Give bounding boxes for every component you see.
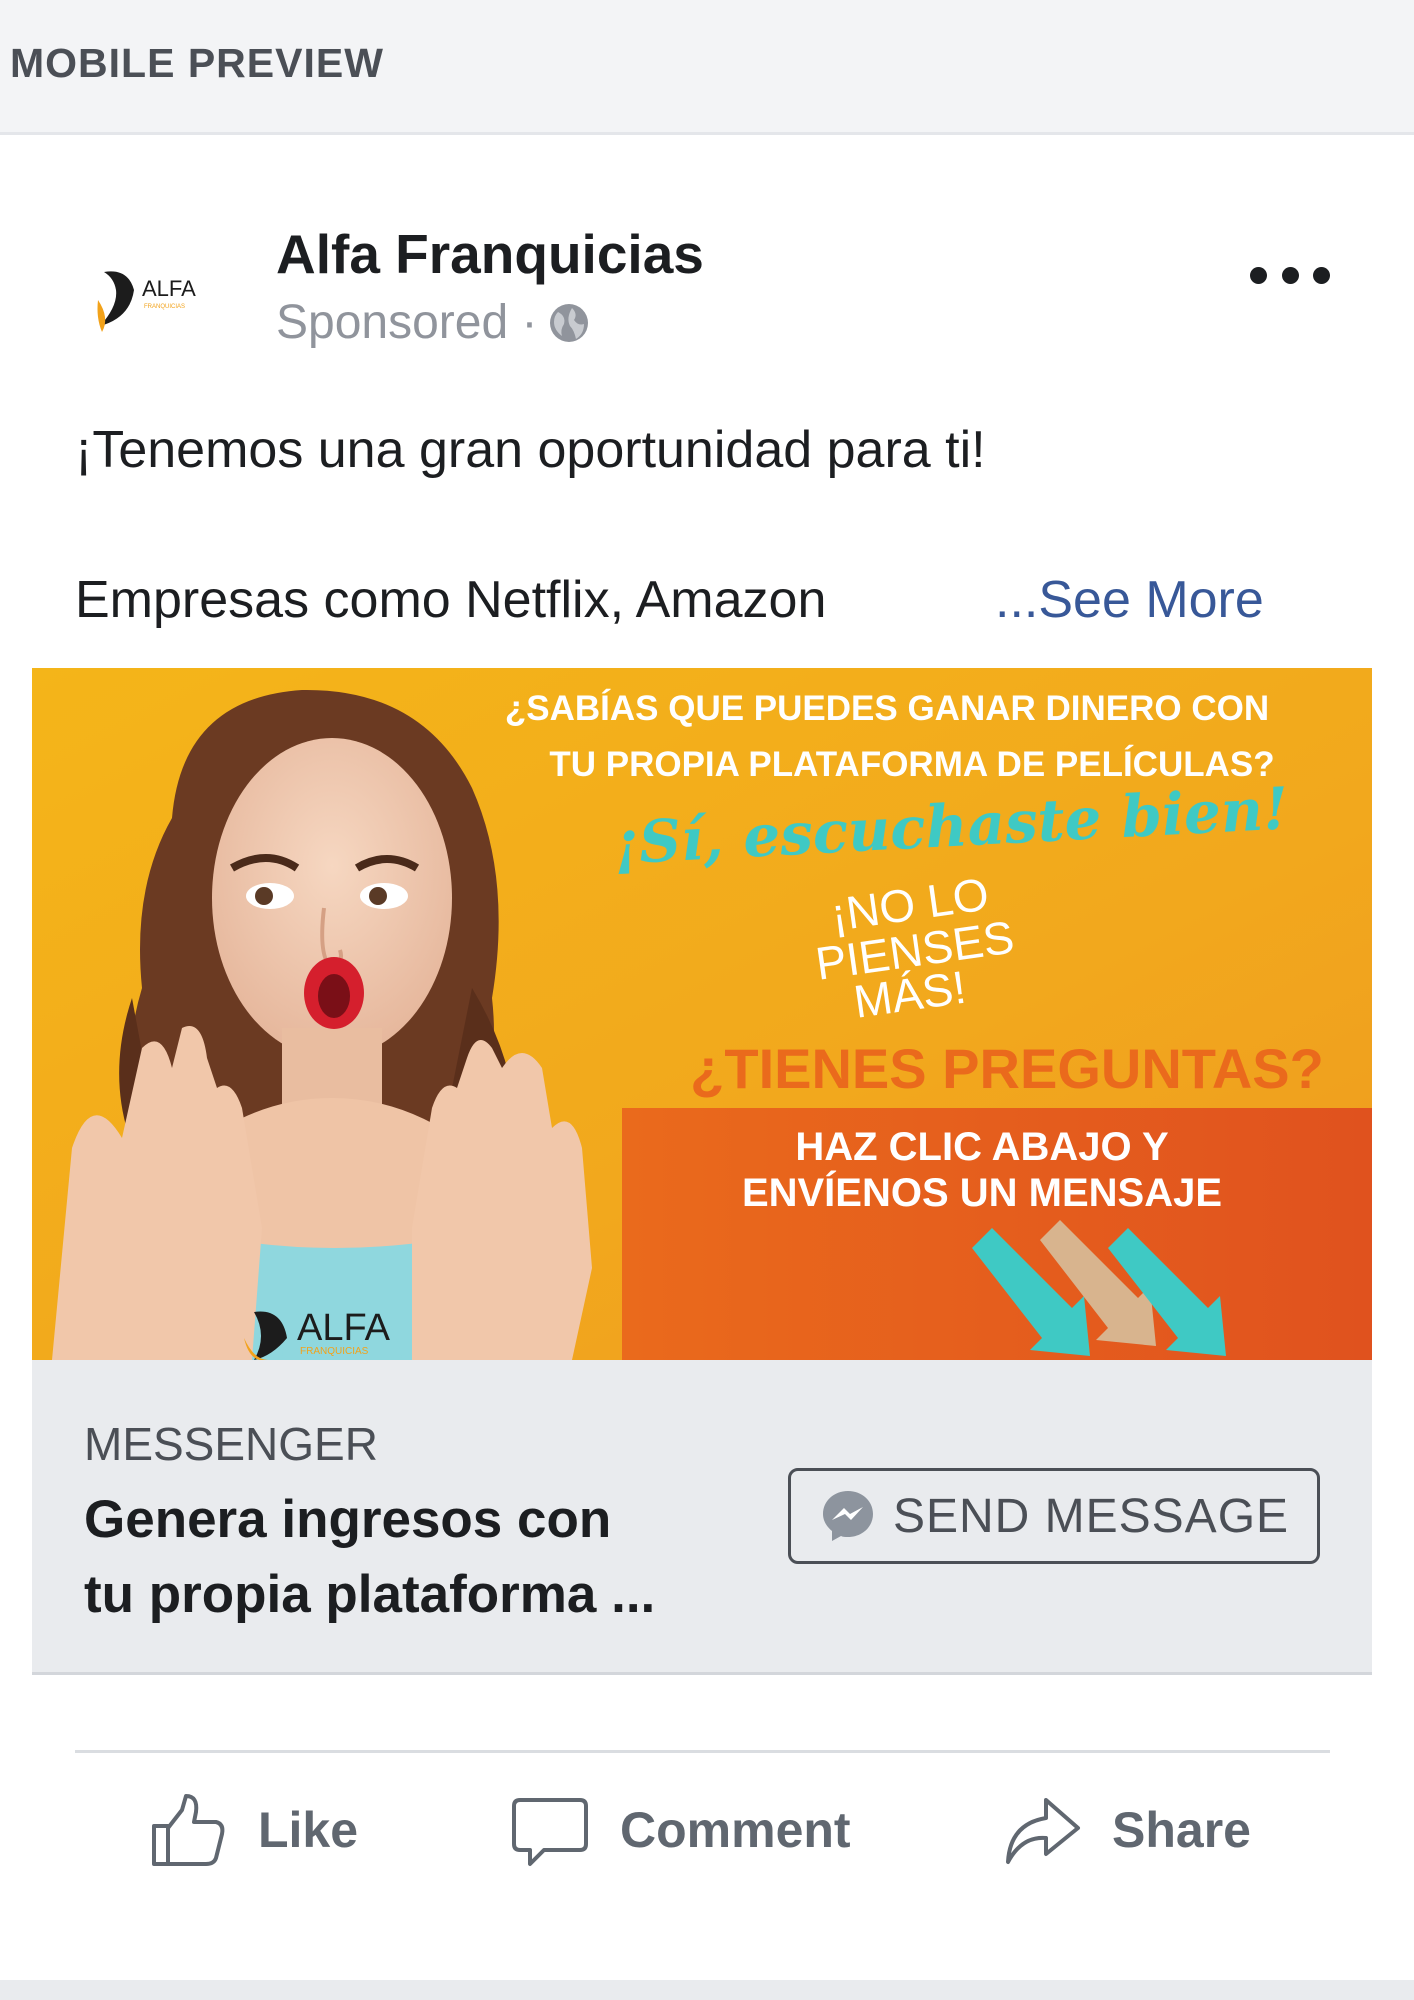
cta-source: MESSENGER: [84, 1418, 378, 1470]
creative-click-line: ENVÍENOS UN MENSAJE: [742, 1170, 1222, 1215]
footer-strip: [0, 1980, 1414, 2000]
page-name[interactable]: Alfa Franquicias: [276, 222, 704, 286]
cta-headline-line: tu propia plataforma ...: [84, 1565, 656, 1624]
cta-headline-line: Genera ingresos con: [84, 1490, 612, 1549]
share-arrow-icon: [1006, 1798, 1080, 1864]
see-more-link[interactable]: ...See More: [995, 570, 1264, 630]
creative-click-line: HAZ CLIC ABAJO Y: [795, 1125, 1169, 1169]
divider: [75, 1750, 1330, 1753]
comment-button[interactable]: Comment: [510, 1780, 851, 1880]
share-button[interactable]: Share: [1002, 1780, 1251, 1880]
svg-text:ALFA: ALFA: [142, 276, 196, 301]
page-avatar[interactable]: ALFA FRANQUICIAS: [90, 240, 230, 340]
cta-headline[interactable]: Genera ingresos con tu propia plataforma…: [84, 1482, 724, 1632]
cta-bar[interactable]: MESSENGER Genera ingresos con tu propia …: [32, 1360, 1372, 1675]
sponsored-label: Sponsored ·: [276, 296, 538, 349]
post-text-line: ¡Tenemos una gran oportunidad para ti!: [75, 421, 986, 479]
share-label: Share: [1112, 1802, 1251, 1858]
comment-label: Comment: [620, 1802, 851, 1858]
preview-title: MOBILE PREVIEW: [10, 40, 384, 86]
send-message-button[interactable]: SEND MESSAGE: [788, 1468, 1320, 1564]
sponsored-line: Sponsored ·: [276, 295, 590, 350]
send-message-label: SEND MESSAGE: [892, 1489, 1290, 1543]
globe-icon: [549, 303, 588, 342]
post-text-line: Empresas como Netflix, Amazon: [75, 571, 827, 629]
more-options-button[interactable]: [1250, 255, 1330, 295]
speech-bubble-icon: [512, 1798, 588, 1866]
creative-headline-line: ¿SABÍAS QUE PUEDES GANAR DINERO CON: [505, 688, 1269, 728]
svg-text:ALFA: ALFA: [297, 1307, 391, 1349]
svg-text:FRANQUICIAS: FRANQUICIAS: [144, 304, 185, 310]
creative-questions: ¿TIENES PREGUNTAS?: [690, 1037, 1324, 1100]
like-button[interactable]: Like: [148, 1780, 358, 1880]
creative-headline-line: TU PROPIA PLATAFORMA DE PELÍCULAS?: [549, 744, 1274, 784]
more-dots-icon: [1250, 266, 1267, 284]
ad-creative-image[interactable]: ALFA FRANQUICIAS ¿SABÍAS QUE PUEDES GANA…: [32, 668, 1372, 1360]
svg-text:FRANQUICIAS: FRANQUICIAS: [300, 1346, 369, 1357]
thumbs-up-icon: [152, 1794, 225, 1866]
messenger-icon: [822, 1491, 873, 1541]
preview-header: MOBILE PREVIEW: [0, 0, 1414, 135]
more-dots-icon: [1313, 266, 1330, 284]
post-header: ALFA FRANQUICIAS Alfa Franquicias Sponso…: [0, 135, 1414, 375]
more-dots-icon: [1281, 266, 1299, 284]
like-label: Like: [258, 1802, 359, 1858]
